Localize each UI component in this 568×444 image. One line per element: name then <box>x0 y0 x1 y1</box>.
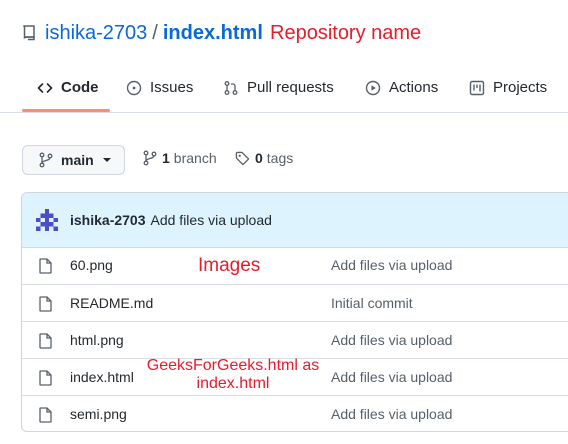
chevron-down-icon <box>102 158 111 162</box>
file-name-link[interactable]: html.png <box>70 332 124 348</box>
latest-commit-bar: ishika-2703 Add files via upload <box>22 193 568 248</box>
branch-name: main <box>61 152 94 168</box>
tab-code[interactable]: Code <box>37 64 99 111</box>
repo-separator: / <box>152 21 158 44</box>
file-row[interactable]: semi.png Add files via upload <box>22 395 568 431</box>
file-row[interactable]: 60.png Add files via upload <box>22 247 568 284</box>
tab-issues[interactable]: Issues <box>126 64 193 111</box>
play-icon <box>365 80 381 95</box>
tab-label: Pull requests <box>247 79 334 96</box>
tab-actions[interactable]: Actions <box>365 64 438 111</box>
repo-owner-link[interactable]: ishika-2703 <box>45 22 147 45</box>
annotation-line: index.html <box>196 375 270 392</box>
file-name-link[interactable]: 60.png <box>70 257 113 273</box>
project-board-icon <box>469 80 485 95</box>
file-commit-message[interactable]: Add files via upload <box>331 257 452 273</box>
file-row[interactable]: html.png Add files via upload <box>22 321 568 358</box>
branches-link[interactable]: 1 branch <box>143 150 217 166</box>
repo-nav-tabs: Code Issues Pull requests Actions Projec… <box>0 64 568 113</box>
annotation-line: GeeksForGeeks.html as <box>146 357 320 374</box>
branch-count-label: branch <box>173 150 217 166</box>
tab-projects[interactable]: Projects <box>469 64 547 111</box>
file-icon <box>39 370 52 386</box>
tab-label: Actions <box>389 79 439 96</box>
tab-label: Code <box>61 79 99 96</box>
commit-author-link[interactable]: ishika-2703 <box>70 212 146 228</box>
file-icon <box>39 258 52 274</box>
annotation-repository-name: Repository name <box>270 22 422 44</box>
commit-message-link[interactable]: Add files via upload <box>151 212 272 228</box>
file-icon <box>39 296 52 312</box>
repo-header: ishika-2703 / index.html Repository name… <box>0 0 568 113</box>
repo-icon <box>23 25 35 41</box>
file-name-link[interactable]: README.md <box>70 295 153 311</box>
tag-count-label: tags <box>266 150 294 166</box>
file-browser: ishika-2703 Add files via upload 60.png … <box>21 192 568 432</box>
issue-icon <box>126 80 142 95</box>
repo-title: ishika-2703 / index.html <box>22 18 263 48</box>
code-icon <box>37 82 53 93</box>
file-name-link[interactable]: semi.png <box>70 406 127 422</box>
tags-link[interactable]: 0 tags <box>235 150 293 166</box>
tag-count: 0 <box>255 150 263 166</box>
annotation-images: Images <box>198 255 261 276</box>
repo-name-link[interactable]: index.html <box>163 22 263 45</box>
branch-icon <box>143 150 157 166</box>
active-tab-underline <box>22 109 110 112</box>
file-commit-message[interactable]: Initial commit <box>331 295 413 311</box>
file-name-link[interactable]: index.html <box>70 369 134 385</box>
tab-label: Projects <box>493 79 548 96</box>
annotation-index-html: GeeksForGeeks.html as index.html <box>142 357 324 393</box>
file-icon <box>39 407 52 423</box>
file-row[interactable]: README.md Initial commit <box>22 284 568 321</box>
file-commit-message[interactable]: Add files via upload <box>331 369 452 385</box>
tag-icon <box>235 151 250 165</box>
avatar[interactable] <box>36 209 58 231</box>
tab-pull-requests[interactable]: Pull requests <box>223 64 334 111</box>
file-commit-message[interactable]: Add files via upload <box>331 406 452 422</box>
file-commit-message[interactable]: Add files via upload <box>331 332 452 348</box>
branch-count: 1 <box>162 150 170 166</box>
pull-request-icon <box>224 80 238 95</box>
branch-icon <box>39 152 53 168</box>
tab-label: Issues <box>150 79 194 96</box>
file-icon <box>39 333 52 349</box>
branch-select-button[interactable]: main <box>22 145 125 175</box>
